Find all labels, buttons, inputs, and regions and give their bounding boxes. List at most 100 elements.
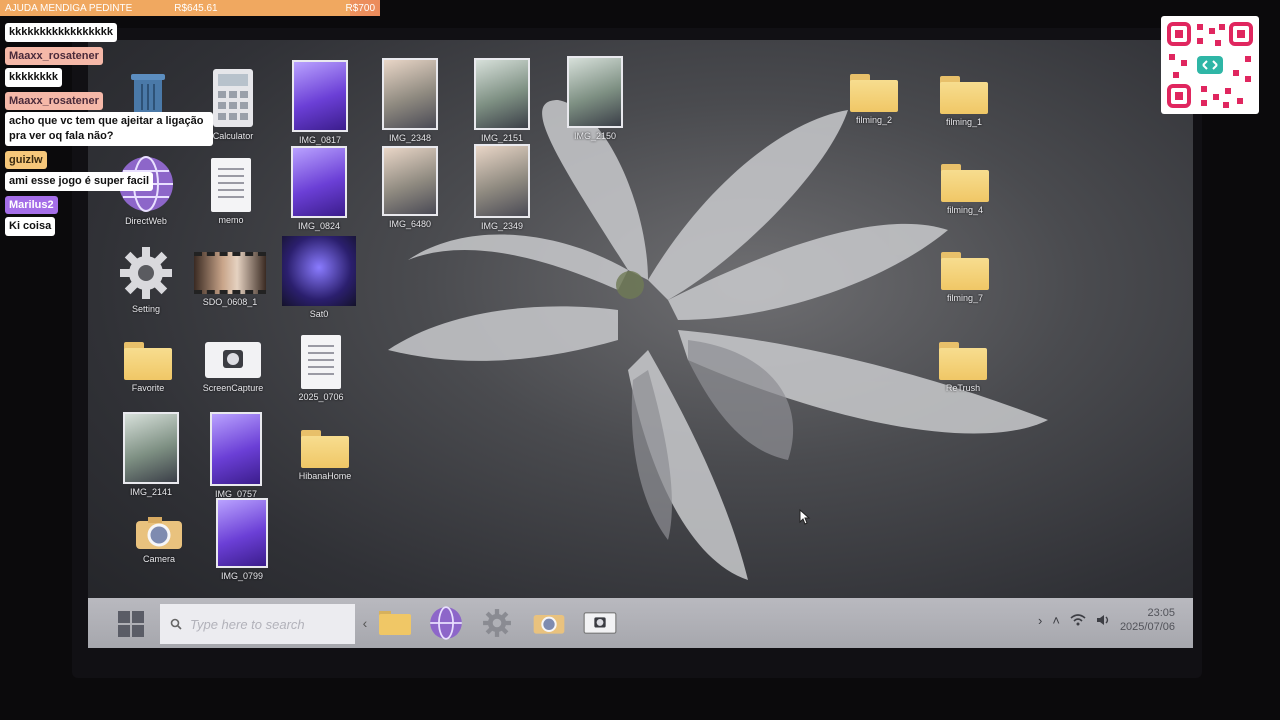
icon-label: memo [218, 215, 244, 225]
folder-icon [850, 74, 898, 112]
document-icon [301, 335, 341, 389]
chevron-left-icon[interactable]: ‹ [358, 608, 372, 638]
img-2349-file[interactable]: IMG_2349 [457, 144, 547, 231]
chat-username: guizlw [5, 151, 47, 169]
filming-7-folder[interactable]: filming_7 [920, 252, 1010, 303]
clock-date: 2025/07/06 [1119, 621, 1175, 633]
photo-thumbnail [216, 498, 268, 568]
icon-label: filming_4 [946, 205, 984, 215]
doc-2025-0706-file[interactable]: 2025_0706 [276, 335, 366, 402]
desktop-screen: DirectWeb Setting Favorite IMG_2141 Came… [88, 40, 1193, 648]
icon-label: IMG_6480 [388, 219, 432, 229]
search-box[interactable]: Type here to search [160, 604, 355, 644]
icon-label: Sat0 [309, 309, 329, 319]
screencapture-shortcut[interactable]: ScreenCapture [188, 340, 278, 393]
camera-icon [533, 615, 565, 634]
icon-label: IMG_2151 [480, 133, 524, 143]
folder-icon [379, 611, 411, 635]
photo-thumbnail [567, 56, 623, 128]
taskbar-settings[interactable] [480, 608, 514, 638]
folder-icon [939, 342, 987, 380]
img-0824-file[interactable]: IMG_0824 [274, 146, 364, 231]
photo-thumbnail [382, 146, 438, 216]
screen-capture-icon [583, 612, 617, 634]
img-0757-file[interactable]: IMG_0757 [191, 412, 281, 499]
img-0817-file[interactable]: IMG_0817 [275, 60, 365, 145]
icon-label: 2025_0706 [298, 392, 344, 402]
windows-icon [118, 611, 130, 623]
icon-label: HibanaHome [298, 471, 352, 481]
photo-thumbnail [474, 144, 530, 218]
icon-label: filming_1 [945, 117, 983, 127]
mouse-cursor-icon [799, 509, 811, 525]
chevron-right-icon[interactable]: › [1038, 613, 1042, 628]
donation-goal-bar: AJUDA MENDIGA PEDINTE R$645.61 R$700 [0, 0, 380, 16]
img-2141-file[interactable]: IMG_2141 [106, 412, 196, 497]
system-tray: › ˄ 23:05 2025/07/06 [1038, 606, 1175, 634]
wifi-icon[interactable] [1070, 614, 1086, 626]
start-button[interactable] [118, 611, 144, 637]
photo-thumbnail [292, 60, 348, 132]
favorite-folder[interactable]: Favorite [103, 342, 193, 393]
folder-icon [124, 342, 172, 380]
qr-code [1161, 16, 1259, 114]
icon-label: Camera [142, 554, 175, 564]
img-2348-file[interactable]: IMG_2348 [365, 58, 455, 143]
gear-icon [483, 609, 511, 637]
icon-label: IMG_2150 [573, 131, 617, 141]
photo-thumbnail [123, 412, 179, 484]
folder-icon [301, 430, 349, 468]
icon-label: Favorite [131, 383, 165, 393]
clock[interactable]: 23:05 2025/07/06 [1120, 606, 1175, 634]
icon-label: IMG_2349 [480, 221, 524, 231]
taskbar-camera[interactable] [532, 608, 566, 638]
qr-code-icon [1167, 22, 1253, 108]
img-0799-file[interactable]: IMG_0799 [197, 498, 287, 581]
folder-icon [940, 76, 988, 114]
volume-icon[interactable] [1096, 614, 1110, 626]
img-2150-file[interactable]: IMG_2150 [550, 56, 640, 141]
chat-message: Ki coisa [5, 217, 56, 236]
photo-thumbnail [474, 58, 530, 130]
filming-2-folder[interactable]: filming_2 [829, 74, 919, 125]
setting-shortcut[interactable]: Setting [101, 245, 191, 314]
folder-icon [941, 164, 989, 202]
globe-icon [430, 606, 462, 640]
chat-username: Maaxx_rosatener [5, 92, 103, 110]
photo-thumbnail [291, 146, 347, 218]
camera-shortcut[interactable]: Camera [114, 515, 204, 564]
filming-4-folder[interactable]: filming_4 [920, 164, 1010, 215]
icon-label: Setting [131, 304, 161, 314]
clock-time: 23:05 [1147, 607, 1175, 619]
img-6480-file[interactable]: IMG_6480 [365, 146, 455, 229]
search-icon [170, 618, 182, 630]
icon-label: IMG_2141 [129, 487, 173, 497]
icon-label: IMG_0817 [298, 135, 342, 145]
taskbar: Type here to search ‹ › ˄ 23:05 2025/07/… [88, 598, 1193, 648]
chat-message: kkkkkkkk [5, 68, 62, 87]
photo-thumbnail [382, 58, 438, 130]
icon-label: filming_2 [855, 115, 893, 125]
sdo-0608-video[interactable]: SDO_0608_1 [185, 252, 275, 307]
filming-1-folder[interactable]: filming_1 [919, 76, 1009, 127]
retrush-folder[interactable]: ReTrush [918, 342, 1008, 393]
taskbar-file-explorer[interactable] [378, 608, 412, 638]
chat-username: Maaxx_rosatener [5, 47, 103, 65]
icon-label: IMG_0824 [297, 221, 341, 231]
sat0-file[interactable]: Sat0 [274, 236, 364, 319]
donation-target: R$700 [345, 2, 375, 14]
icon-label: IMG_2348 [388, 133, 432, 143]
icon-label: IMG_0799 [220, 571, 264, 581]
donation-current: R$645.61 [174, 2, 218, 14]
image-thumbnail [282, 236, 356, 306]
hibanahome-folder[interactable]: HibanaHome [280, 430, 370, 481]
camera-icon [136, 517, 182, 549]
chevron-up-icon[interactable]: ˄ [1052, 613, 1060, 628]
taskbar-browser[interactable] [429, 606, 463, 640]
icon-label: filming_7 [946, 293, 984, 303]
search-placeholder: Type here to search [190, 616, 305, 632]
icon-label: ScreenCapture [202, 383, 264, 393]
img-2151-file[interactable]: IMG_2151 [457, 58, 547, 143]
folder-icon [941, 252, 989, 290]
taskbar-screen-capture[interactable] [583, 608, 617, 638]
